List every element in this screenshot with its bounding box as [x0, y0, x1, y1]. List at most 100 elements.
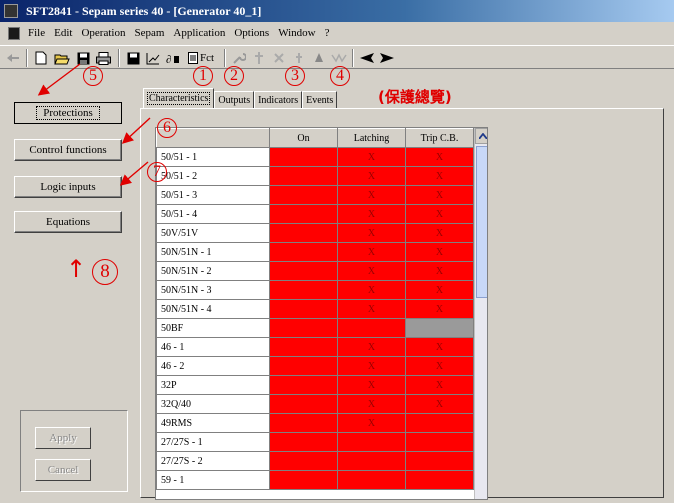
cell-on[interactable]: [269, 261, 338, 281]
cell-latching[interactable]: X: [337, 147, 406, 167]
bell-icon[interactable]: [310, 49, 328, 67]
menu-options[interactable]: Options: [234, 27, 269, 39]
tab-indicators[interactable]: Indicators: [254, 91, 303, 108]
cell-on[interactable]: [269, 337, 338, 357]
column-header-latching[interactable]: Latching: [337, 128, 406, 148]
cell-trip[interactable]: X: [405, 299, 474, 319]
cell-trip[interactable]: [405, 470, 474, 490]
menu-edit[interactable]: Edit: [54, 27, 72, 39]
table-row[interactable]: 50BF: [156, 318, 474, 338]
table-row[interactable]: 49RMS X: [156, 413, 474, 433]
connect-icon[interactable]: ∂: [164, 49, 182, 67]
cell-on[interactable]: [269, 280, 338, 300]
cell-latching[interactable]: X: [337, 242, 406, 262]
cell-latching[interactable]: X: [337, 413, 406, 433]
protections-button[interactable]: Protections: [14, 102, 122, 124]
chart-icon[interactable]: [144, 49, 162, 67]
cell-trip[interactable]: [405, 318, 474, 338]
table-row[interactable]: 50/51 - 3 XX: [156, 185, 474, 205]
cell-trip[interactable]: X: [405, 394, 474, 414]
cell-latching[interactable]: X: [337, 337, 406, 357]
cell-on[interactable]: [269, 185, 338, 205]
cell-trip[interactable]: [405, 432, 474, 452]
cell-on[interactable]: [269, 147, 338, 167]
menu-sepam[interactable]: Sepam: [134, 27, 164, 39]
cell-trip[interactable]: X: [405, 166, 474, 186]
wrench-icon[interactable]: [230, 49, 248, 67]
apply-button[interactable]: Apply: [35, 427, 91, 449]
cell-on[interactable]: [269, 299, 338, 319]
arrow-right-icon[interactable]: [378, 49, 396, 67]
cell-on[interactable]: [269, 223, 338, 243]
cell-latching[interactable]: X: [337, 375, 406, 395]
table-row[interactable]: 50/51 - 4 XX: [156, 204, 474, 224]
cell-trip[interactable]: [405, 451, 474, 471]
tab-characteristics[interactable]: Characteristics: [143, 88, 215, 108]
cell-latching[interactable]: X: [337, 223, 406, 243]
column-header-on[interactable]: On: [269, 128, 338, 148]
control-functions-button[interactable]: Control functions: [14, 139, 122, 161]
cell-on[interactable]: [269, 451, 338, 471]
cell-latching[interactable]: X: [337, 299, 406, 319]
table-row[interactable]: 50/51 - 1 XX: [156, 147, 474, 167]
equations-button[interactable]: Equations: [14, 211, 122, 233]
cell-on[interactable]: [269, 242, 338, 262]
cell-trip[interactable]: X: [405, 185, 474, 205]
open-icon[interactable]: [52, 49, 72, 67]
cell-on[interactable]: [269, 318, 338, 338]
cell-latching[interactable]: X: [337, 166, 406, 186]
cell-trip[interactable]: [405, 413, 474, 433]
cell-trip[interactable]: X: [405, 280, 474, 300]
menu-window[interactable]: Window: [278, 27, 315, 39]
cell-latching[interactable]: X: [337, 356, 406, 376]
cell-on[interactable]: [269, 356, 338, 376]
cell-on[interactable]: [269, 375, 338, 395]
cell-on[interactable]: [269, 394, 338, 414]
document-icon[interactable]: [8, 27, 20, 40]
cell-on[interactable]: [269, 470, 338, 490]
tool-icon[interactable]: [270, 49, 288, 67]
table-row[interactable]: 46 - 2 XX: [156, 356, 474, 376]
cell-latching[interactable]: [337, 451, 406, 471]
cell-latching[interactable]: X: [337, 280, 406, 300]
cell-on[interactable]: [269, 166, 338, 186]
tab-outputs[interactable]: Outputs: [214, 91, 255, 108]
cell-trip[interactable]: X: [405, 375, 474, 395]
cell-trip[interactable]: X: [405, 223, 474, 243]
cell-trip[interactable]: X: [405, 356, 474, 376]
table-row[interactable]: 27/27S - 2: [156, 451, 474, 471]
scroll-up-icon[interactable]: [475, 128, 487, 144]
waveform-icon[interactable]: [330, 49, 348, 67]
tool-icon[interactable]: [290, 49, 308, 67]
table-row[interactable]: 32Q/40 X X: [156, 394, 474, 414]
back-icon[interactable]: [4, 49, 22, 67]
cell-trip[interactable]: X: [405, 147, 474, 167]
table-row[interactable]: 59 - 1: [156, 470, 474, 490]
cell-on[interactable]: [269, 432, 338, 452]
cell-latching[interactable]: [337, 470, 406, 490]
tool-icon[interactable]: [250, 49, 268, 67]
cell-latching[interactable]: [337, 318, 406, 338]
save-disk-icon[interactable]: [124, 49, 142, 67]
cell-latching[interactable]: X: [337, 261, 406, 281]
print-icon[interactable]: [94, 49, 112, 67]
fct-icon[interactable]: Fct: [184, 49, 218, 67]
cell-latching[interactable]: X: [337, 204, 406, 224]
new-icon[interactable]: [32, 49, 50, 67]
cell-on[interactable]: [269, 204, 338, 224]
menu-help[interactable]: ?: [325, 27, 330, 39]
cell-latching[interactable]: [337, 432, 406, 452]
cell-latching[interactable]: X: [337, 394, 406, 414]
cell-trip[interactable]: X: [405, 261, 474, 281]
table-row[interactable]: 50N/51N - 2 XX: [156, 261, 474, 281]
table-row[interactable]: 50V/51V X X: [156, 223, 474, 243]
cancel-button[interactable]: Cancel: [35, 459, 91, 481]
arrow-left-icon[interactable]: [358, 49, 376, 67]
table-row[interactable]: 50N/51N - 3 XX: [156, 280, 474, 300]
cell-trip[interactable]: X: [405, 337, 474, 357]
scroll-thumb[interactable]: [476, 146, 487, 298]
table-row[interactable]: 50/51 - 2 XX: [156, 166, 474, 186]
table-row[interactable]: 32P X X: [156, 375, 474, 395]
cell-trip[interactable]: X: [405, 204, 474, 224]
table-row[interactable]: 46 - 1 XX: [156, 337, 474, 357]
